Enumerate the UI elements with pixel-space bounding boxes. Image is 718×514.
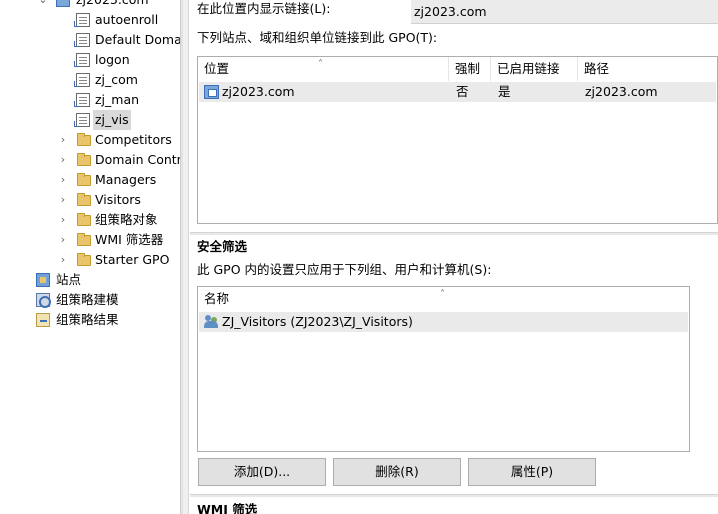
gpo-link-icon — [74, 93, 90, 107]
links-list-row[interactable]: zj2023.com 否 是 zj2023.com — [199, 82, 716, 102]
cell-path: zj2023.com — [585, 84, 658, 99]
column-label: 名称 — [204, 291, 230, 306]
gp-modeling-icon — [36, 293, 51, 308]
expand-icon[interactable]: › — [58, 130, 68, 150]
folder-icon — [77, 213, 91, 226]
expand-icon[interactable]: › — [58, 210, 68, 230]
tree-node-label: 组策略建模 — [56, 292, 119, 307]
section-divider — [190, 232, 718, 235]
security-filtering-title: 安全筛选 — [197, 239, 248, 254]
gpo-link-icon — [74, 53, 90, 67]
folder-icon — [77, 153, 91, 166]
add-button[interactable]: 添加(D)... — [198, 458, 326, 486]
tree-node-label: zj_vis — [93, 110, 131, 130]
column-header-path[interactable]: 路径 — [578, 57, 717, 81]
gpmc-tree: ⌄ zj2023.com autoenroll Default Domai lo… — [0, 0, 180, 514]
display-links-label: 在此位置内显示链接(L): — [197, 1, 331, 16]
security-list-header: 名称 ˄ — [198, 287, 689, 311]
display-links-dropdown[interactable]: zj2023.com — [411, 0, 718, 24]
expand-icon[interactable]: › — [58, 190, 68, 210]
gpo-link-icon — [74, 113, 90, 127]
tree-node-label: WMI 筛选器 — [95, 232, 164, 247]
folder-icon — [77, 233, 91, 246]
sort-ascending-icon: ˄ — [318, 59, 323, 70]
tree-node-label: zj_man — [95, 92, 140, 107]
cell-link-enabled: 是 — [498, 84, 511, 99]
tree-node-label: zj_com — [95, 72, 138, 87]
expand-icon[interactable]: › — [58, 230, 68, 250]
sites-icon — [36, 273, 50, 287]
tree-node-label: Competitors — [95, 132, 172, 147]
tree-node-label: autoenroll — [95, 12, 159, 27]
folder-icon — [77, 133, 91, 146]
scrollbar-track[interactable] — [183, 0, 189, 514]
tree-node-domain[interactable]: ⌄ zj2023.com — [38, 0, 180, 10]
expand-icon[interactable]: › — [58, 150, 68, 170]
security-filtering-caption: 此 GPO 内的设置只应用于下列组、用户和计算机(S): — [197, 262, 492, 277]
gpo-link-icon — [74, 33, 90, 47]
tree-node-label: Managers — [95, 172, 157, 187]
security-list-row[interactable]: ZJ_Visitors (ZJ2023\ZJ_Visitors) — [199, 312, 688, 332]
column-header-link-enabled[interactable]: 已启用链接 — [491, 57, 578, 81]
expand-icon[interactable]: › — [58, 250, 68, 270]
wmi-filtering-title: WMI 筛选 — [197, 502, 258, 514]
folder-icon — [77, 193, 91, 206]
tree-node-label: Default Domai — [95, 32, 180, 47]
domain-icon — [204, 85, 219, 99]
group-icon — [204, 315, 219, 329]
folder-icon — [77, 253, 91, 266]
links-list-header: 位置 ˄ 强制 已启用链接 路径 — [198, 57, 717, 81]
column-label: 位置 — [204, 61, 230, 76]
column-header-location[interactable]: 位置 ˄ — [198, 57, 449, 81]
expand-icon[interactable]: › — [58, 170, 68, 190]
tree-node-label: Starter GPO — [95, 252, 170, 267]
tree-node-label: 站点 — [56, 272, 82, 287]
scope-panel: 在此位置内显示链接(L): zj2023.com 下列站点、域和组织单位链接到此… — [190, 0, 718, 514]
links-listview[interactable]: 位置 ˄ 强制 已启用链接 路径 zj2023.com 否 是 zj2023.c… — [197, 56, 718, 224]
section-divider — [190, 494, 718, 497]
remove-button[interactable]: 删除(R) — [333, 458, 461, 486]
tree-node-label: 组策略对象 — [95, 212, 158, 227]
tree-node-label: 组策略结果 — [56, 312, 119, 327]
gpo-link-icon — [74, 73, 90, 87]
gpo-link-icon — [74, 13, 90, 27]
tree-node-label: zj2023.com — [76, 0, 149, 10]
folder-icon — [77, 173, 91, 186]
column-header-enforced[interactable]: 强制 — [449, 57, 491, 81]
gp-results-icon — [36, 313, 50, 327]
cell-location: zj2023.com — [222, 84, 295, 99]
column-header-name[interactable]: 名称 ˄ — [198, 287, 689, 311]
properties-button[interactable]: 属性(P) — [468, 458, 596, 486]
tree-node-label: Domain Contro — [95, 152, 180, 167]
tree-node-label: logon — [95, 52, 130, 67]
domain-icon — [56, 0, 70, 7]
links-list-caption: 下列站点、域和组织单位链接到此 GPO(T): — [197, 30, 438, 45]
tree-node-label: Visitors — [95, 192, 141, 207]
security-filter-listview[interactable]: 名称 ˄ ZJ_Visitors (ZJ2023\ZJ_Visitors) — [197, 286, 690, 452]
cell-name: ZJ_Visitors (ZJ2023\ZJ_Visitors) — [222, 314, 413, 329]
cell-enforced: 否 — [456, 84, 469, 99]
collapse-icon[interactable]: ⌄ — [38, 0, 48, 10]
sort-ascending-icon: ˄ — [440, 289, 445, 300]
